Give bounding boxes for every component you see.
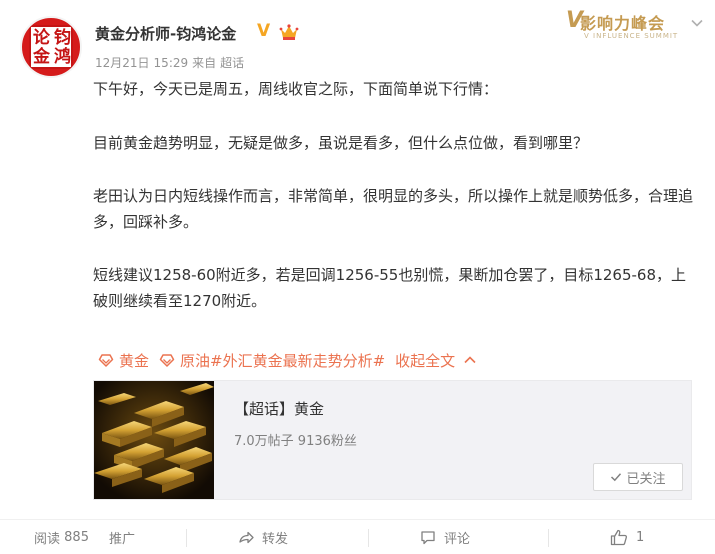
comment-icon (421, 531, 435, 545)
read-count: 阅读 885 (34, 520, 89, 554)
super-topic-card[interactable]: 【超话】黄金 7.0万帖子 9136粉丝 已关注 (93, 380, 692, 500)
read-number: 885 (64, 530, 89, 545)
tag-gold[interactable]: 黄金 (98, 350, 149, 371)
forward-button[interactable]: 转发 (238, 520, 288, 554)
check-icon (611, 473, 622, 482)
followed-button[interactable]: 已关注 (593, 463, 683, 491)
post-time[interactable]: 15:29 (154, 56, 189, 70)
post-date[interactable]: 12月21日 (95, 56, 150, 70)
topic-tag-icon (98, 354, 114, 367)
hashtag-link[interactable]: #外汇黄金最新走势分析# (210, 350, 385, 371)
tag-oil-label: 原油 (180, 351, 211, 370)
summit-subtitle: V INFLUENCE SUMMIT (584, 32, 679, 40)
forward-icon (239, 531, 254, 543)
collapse-label: 收起全文 (395, 351, 456, 370)
forward-label: 转发 (262, 532, 289, 547)
topic-tag-icon (159, 354, 175, 367)
post-paragraph: 老田认为日内短线操作而言，非常简单，很明显的多头，所以操作上就是顺势低多，合理追… (93, 187, 694, 231)
post-meta: 12月21日 15:29 来自 超话 (95, 54, 248, 71)
topic-title[interactable]: 【超话】黄金 (234, 398, 324, 419)
gold-bars-thumbnail (94, 381, 214, 499)
post-paragraph: 短线建议1258-60附近多，若是回调1256-55也别慌，果断加仓罢了，目标1… (93, 266, 687, 310)
topic-tags: 黄金 原油 #外汇黄金最新走势分析# 收起全文 (98, 347, 477, 373)
chevron-up-icon (464, 356, 476, 364)
crown-badge-icon[interactable] (279, 23, 299, 41)
collapse-text-button[interactable]: 收起全文 (395, 350, 477, 371)
weibo-post-card: 钧 鸿 论 金 黄金分析师-钧鸿论金 V 12月21日 15:29 来自 超话 V 影… (0, 0, 715, 554)
like-count: 1 (636, 530, 645, 545)
tag-oil[interactable]: 原油 (159, 350, 210, 371)
promote-label: 推广 (109, 532, 136, 547)
promote-button[interactable]: 推广 (109, 520, 135, 554)
avatar-char: 金 (33, 47, 50, 67)
tag-gold-label: 黄金 (119, 351, 150, 370)
divider (548, 529, 549, 547)
avatar-seal: 钧 鸿 论 金 (29, 25, 73, 69)
source-link[interactable]: 超话 (220, 56, 244, 70)
influence-summit-logo: V 影响力峰会 V INFLUENCE SUMMIT (566, 8, 679, 44)
topic-stats: 7.0万帖子 9136粉丝 (234, 434, 357, 449)
avatar-char: 论 (33, 28, 50, 48)
avatar-char: 钧 (54, 28, 71, 48)
comment-label: 评论 (444, 532, 471, 547)
username-link[interactable]: 黄金分析师-钧鸿论金 (95, 23, 236, 44)
avatar[interactable]: 钧 鸿 论 金 (20, 16, 82, 78)
verified-badge-icon: V (257, 21, 271, 41)
comment-button[interactable]: 评论 (420, 520, 470, 554)
summit-title: 影响力峰会 (580, 14, 666, 33)
post-action-bar: 阅读 885 推广 转发 评论 1 (0, 519, 715, 554)
chevron-down-icon[interactable] (690, 16, 704, 30)
avatar-char: 鸿 (54, 47, 71, 67)
followed-label: 已关注 (626, 471, 666, 487)
post-paragraph: 目前黄金趋势明显，无疑是做多，虽说是看多，但什么点位做，看到哪里？ (93, 134, 589, 152)
source-prefix: 来自 (192, 56, 217, 70)
thumbs-up-icon (610, 529, 628, 546)
like-button[interactable]: 1 (610, 520, 644, 554)
divider (186, 529, 187, 547)
divider (368, 529, 369, 547)
read-label: 阅读 (34, 532, 61, 547)
post-paragraph: 下午好，今天已是周五，周线收官之际，下面简单说下行情： (93, 80, 499, 98)
